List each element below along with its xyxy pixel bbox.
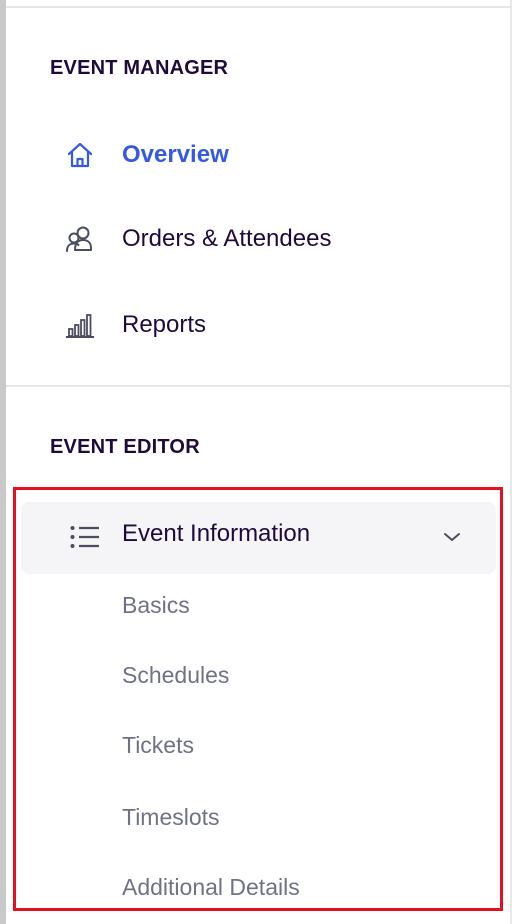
home-icon xyxy=(60,135,100,175)
sidebar-item-label: Overview xyxy=(122,141,229,168)
sidebar-item-reports[interactable]: Reports xyxy=(60,297,480,353)
section-divider xyxy=(6,385,510,387)
sidebar: EVENT MANAGER Overview Orders & Attendee… xyxy=(0,0,512,924)
event-information-group[interactable]: Event Information xyxy=(21,502,496,574)
sidebar-item-orders-attendees[interactable]: Orders & Attendees xyxy=(60,211,480,267)
list-icon xyxy=(68,520,102,554)
sidebar-item-overview[interactable]: Overview xyxy=(60,127,480,183)
bar-chart-icon xyxy=(60,305,100,345)
subitem-additional-details[interactable]: Additional Details xyxy=(122,874,300,901)
sidebar-item-label: Orders & Attendees xyxy=(122,225,332,252)
subitem-timeslots[interactable]: Timeslots xyxy=(122,804,220,831)
event-information-label: Event Information xyxy=(122,520,311,547)
people-icon xyxy=(60,219,100,259)
sidebar-item-label: Reports xyxy=(122,311,207,338)
event-manager-heading: EVENT MANAGER xyxy=(50,57,229,79)
subitem-basics[interactable]: Basics xyxy=(122,592,190,619)
chevron-down-icon[interactable] xyxy=(439,524,465,550)
subitem-tickets[interactable]: Tickets xyxy=(122,732,194,759)
left-border xyxy=(0,0,6,924)
top-divider xyxy=(6,6,510,8)
event-editor-heading: EVENT EDITOR xyxy=(50,436,200,458)
subitem-schedules[interactable]: Schedules xyxy=(122,662,229,689)
